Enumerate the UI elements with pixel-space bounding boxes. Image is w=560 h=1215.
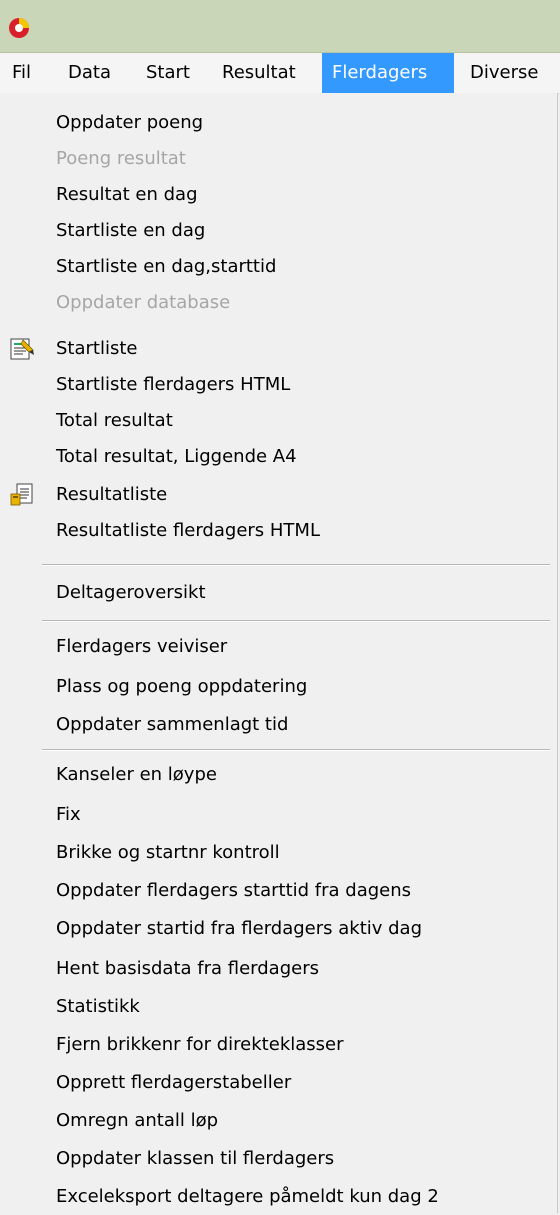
menu-item-startliste-en-dag[interactable]: Startliste en dag — [0, 213, 557, 249]
flerdagers-dropdown-menu: Oppdater poeng Poeng resultat Resultat e… — [0, 93, 558, 1213]
menu-start[interactable]: Start — [136, 53, 200, 93]
menu-item-resultatliste-flerdagers-html[interactable]: Resultatliste flerdagers HTML — [0, 513, 557, 549]
menu-item-oppdater-startid-aktiv-dag[interactable]: Oppdater startid fra flerdagers aktiv da… — [0, 911, 557, 947]
menu-item-total-resultat-liggende[interactable]: Total resultat, Liggende A4 — [0, 439, 557, 475]
menu-item-omregn-antall-lop[interactable]: Omregn antall løp — [0, 1103, 557, 1139]
app-logo-icon[interactable] — [8, 17, 30, 39]
menu-item-plass-og-poeng[interactable]: Plass og poeng oppdatering — [0, 669, 557, 705]
result-list-icon — [10, 483, 33, 506]
menu-item-statistikk[interactable]: Statistikk — [0, 989, 557, 1025]
menu-item-total-resultat[interactable]: Total resultat — [0, 403, 557, 439]
menu-resultat[interactable]: Resultat — [212, 53, 306, 93]
menu-item-label: Startliste — [56, 338, 138, 359]
menu-bar: Fil Data Start Resultat Flerdagers Diver… — [0, 53, 560, 94]
menu-item-fix[interactable]: Fix — [0, 797, 557, 833]
menu-flerdagers[interactable]: Flerdagers — [322, 53, 454, 93]
menu-item-startliste[interactable]: Startliste — [0, 331, 557, 367]
menu-item-hent-basisdata[interactable]: Hent basisdata fra flerdagers — [0, 951, 557, 987]
startlist-icon — [10, 338, 34, 360]
menu-separator — [42, 749, 550, 751]
menu-item-oppdater-sammenlagt-tid[interactable]: Oppdater sammenlagt tid — [0, 707, 557, 743]
title-bar — [0, 0, 560, 53]
menu-diverse[interactable]: Diverse — [460, 53, 548, 93]
menu-item-poeng-resultat: Poeng resultat — [56, 148, 186, 169]
menu-item-flerdagers-veiviser[interactable]: Flerdagers veiviser — [0, 629, 557, 665]
menu-item-oppdater-klassen[interactable]: Oppdater klassen til flerdagers — [0, 1141, 557, 1177]
menu-item-label: Resultatliste — [56, 484, 168, 505]
menu-item-brikke-og-startnr[interactable]: Brikke og startnr kontroll — [0, 835, 557, 871]
menu-item-fjern-brikkenr[interactable]: Fjern brikkenr for direkteklasser — [0, 1027, 557, 1063]
menu-item-resultat-en-dag[interactable]: Resultat en dag — [0, 177, 557, 213]
menu-item-oppdater-database: Oppdater database — [56, 292, 231, 313]
menu-separator — [42, 620, 550, 622]
menu-item-startliste-en-dag-starttid[interactable]: Startliste en dag,starttid — [0, 249, 557, 285]
menu-item-resultatliste[interactable]: Resultatliste — [0, 477, 557, 513]
menu-item-exceleksport[interactable]: Exceleksport deltagere påmeldt kun dag 2 — [0, 1179, 557, 1215]
menu-item-deltageroversikt[interactable]: Deltageroversikt — [0, 575, 557, 611]
menu-item-oppdater-poeng[interactable]: Oppdater poeng — [0, 105, 557, 141]
menu-item-opprett-flerdagerstabeller[interactable]: Opprett flerdagerstabeller — [0, 1065, 557, 1101]
menu-item-kanseler-en-loype[interactable]: Kanseler en løype — [0, 757, 557, 793]
menu-data[interactable]: Data — [58, 53, 121, 93]
menu-separator — [42, 564, 550, 566]
menu-item-oppdater-flerdagers-starttid[interactable]: Oppdater flerdagers starttid fra dagens — [0, 873, 557, 909]
menu-item-startliste-flerdagers-html[interactable]: Startliste flerdagers HTML — [0, 367, 557, 403]
menu-fil[interactable]: Fil — [2, 53, 41, 93]
